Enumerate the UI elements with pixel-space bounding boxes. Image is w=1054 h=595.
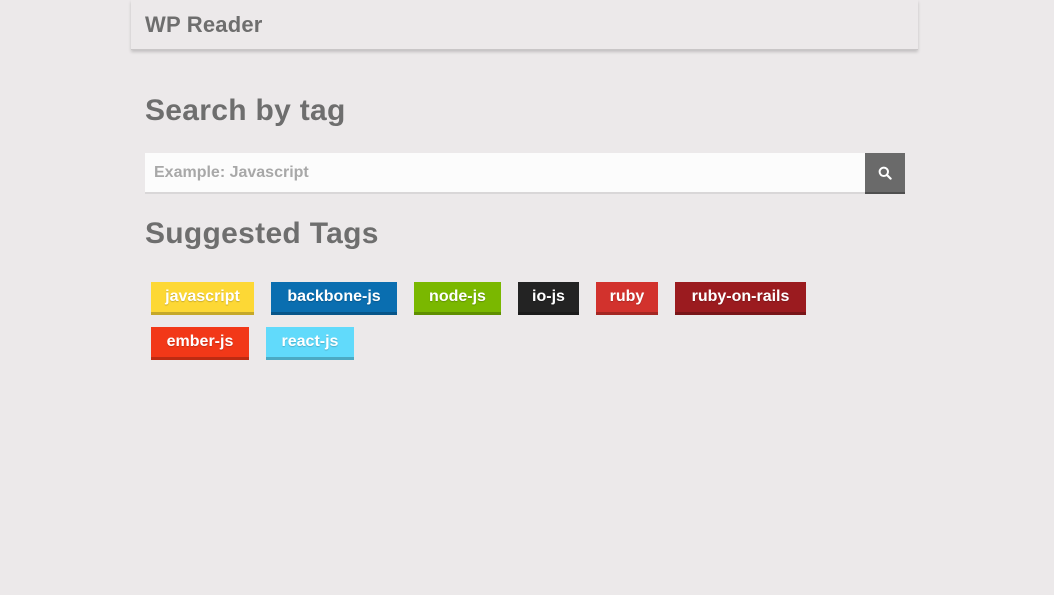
tag-node-js[interactable]: node-js bbox=[414, 282, 501, 315]
app-title[interactable]: WP Reader bbox=[145, 12, 263, 38]
suggested-tags-heading: Suggested Tags bbox=[145, 217, 379, 250]
tag-ruby-on-rails[interactable]: ruby-on-rails bbox=[675, 282, 806, 315]
tag-react-js[interactable]: react-js bbox=[266, 327, 354, 360]
tag-ruby[interactable]: ruby bbox=[596, 282, 658, 315]
tag-ember-js[interactable]: ember-js bbox=[151, 327, 249, 360]
search-input[interactable] bbox=[145, 153, 865, 194]
search-bar bbox=[145, 153, 905, 194]
search-icon bbox=[878, 166, 892, 180]
search-heading: Search by tag bbox=[145, 94, 346, 127]
tag-backbone-js[interactable]: backbone-js bbox=[271, 282, 397, 315]
navbar: WP Reader bbox=[131, 0, 918, 50]
tag-javascript[interactable]: javascript bbox=[151, 282, 254, 315]
tag-io-js[interactable]: io-js bbox=[518, 282, 579, 315]
search-button[interactable] bbox=[865, 153, 905, 194]
